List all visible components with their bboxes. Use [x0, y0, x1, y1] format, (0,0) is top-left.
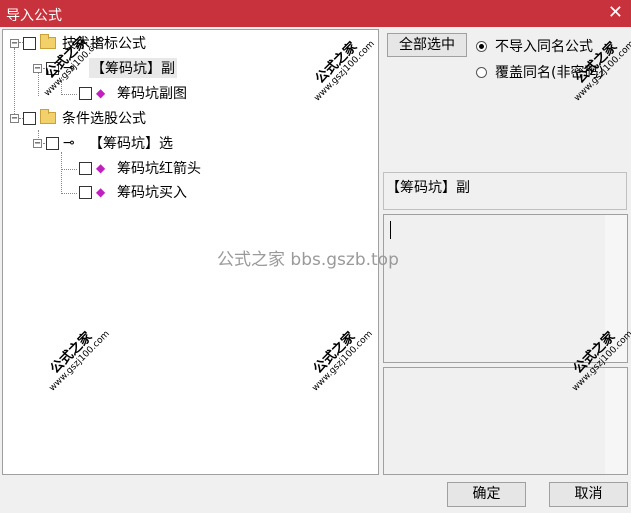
radio-label: 覆盖同名(非密码)	[495, 65, 604, 81]
formula-description-area[interactable]	[383, 367, 628, 475]
formula-name-display: 【筹码坑】副	[383, 172, 627, 210]
node-checkbox[interactable]	[79, 86, 92, 100]
collapse-toggle[interactable]: −	[10, 113, 19, 123]
ok-button[interactable]: 确定	[447, 482, 526, 507]
collapse-toggle[interactable]: −	[33, 63, 42, 73]
cancel-button[interactable]: 取消	[549, 482, 628, 507]
folder-icon	[40, 34, 56, 49]
radio-skip-duplicates[interactable]: 不导入同名公式	[476, 36, 593, 56]
node-checkbox[interactable]	[23, 111, 36, 125]
radio-overwrite-duplicates[interactable]: 覆盖同名(非密码)	[476, 62, 604, 82]
tree-node-leaf[interactable]: ◆ 筹码坑副图	[79, 83, 187, 103]
tree-node-leaf[interactable]: ◆ 筹码坑买入	[79, 182, 187, 202]
node-label: 【筹码坑】副	[89, 58, 177, 78]
gem-icon: ◆	[96, 185, 106, 199]
key-icon: ⊸	[63, 60, 75, 76]
tree-node-leaf[interactable]: ◆ 筹码坑红箭头	[79, 158, 201, 178]
key-icon: ⊸	[63, 135, 75, 151]
tree-node-formula-sub[interactable]: − ⊸ 【筹码坑】副	[33, 58, 177, 78]
node-checkbox[interactable]	[23, 36, 36, 50]
window-title: 导入公式	[6, 8, 62, 24]
node-label: 条件选股公式	[62, 111, 146, 127]
node-checkbox[interactable]	[79, 185, 92, 199]
node-checkbox[interactable]	[79, 161, 92, 175]
watermark-center-text: 公式之家 bbs.gszb.top	[217, 250, 399, 270]
gem-icon: ◆	[96, 161, 106, 175]
node-label: 【筹码坑】选	[89, 136, 173, 152]
node-label: 技术指标公式	[62, 36, 146, 52]
node-label: 筹码坑买入	[117, 185, 187, 201]
radio-button[interactable]	[476, 66, 487, 78]
tree-connector	[61, 169, 77, 170]
scroll-strip	[605, 368, 627, 474]
select-all-button[interactable]: 全部选中	[387, 33, 467, 57]
tree-connector	[61, 77, 62, 95]
node-label: 筹码坑红箭头	[117, 161, 201, 177]
text-caret	[390, 221, 391, 239]
node-label: 筹码坑副图	[117, 86, 187, 102]
node-checkbox[interactable]	[46, 136, 59, 150]
formula-text-area[interactable]	[383, 214, 628, 363]
gem-icon: ◆	[96, 86, 106, 100]
tree-node-screening-formulas[interactable]: − 条件选股公式	[10, 108, 146, 128]
tree-node-indicator-formulas[interactable]: − 技术指标公式	[10, 33, 146, 53]
tree-connector	[61, 94, 77, 95]
collapse-toggle[interactable]: −	[33, 138, 42, 148]
tree-connector	[61, 193, 77, 194]
radio-button[interactable]	[476, 40, 487, 52]
collapse-toggle[interactable]: −	[10, 38, 19, 48]
close-icon[interactable]: ✕	[608, 2, 623, 23]
tree-connector	[61, 152, 62, 194]
node-checkbox[interactable]	[46, 61, 59, 75]
folder-icon	[40, 109, 56, 124]
tree-node-formula-select[interactable]: − ⊸ 【筹码坑】选	[33, 133, 173, 153]
radio-label: 不导入同名公式	[495, 39, 593, 55]
scroll-strip	[605, 215, 627, 362]
title-bar: 导入公式 ✕	[0, 0, 631, 27]
